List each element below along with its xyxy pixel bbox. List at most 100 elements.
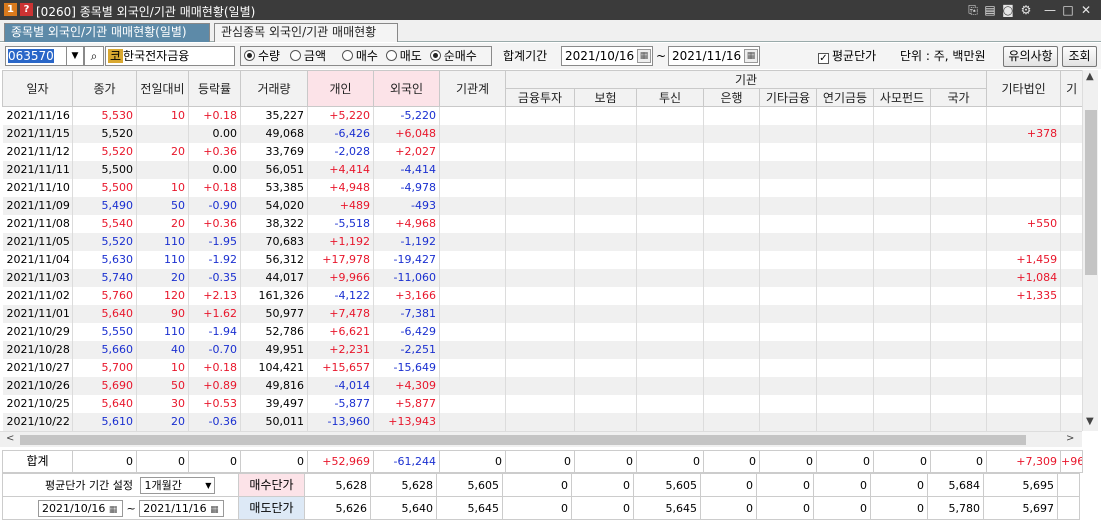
calendar-icon[interactable]: ▦ bbox=[744, 49, 758, 63]
scroll-up-icon[interactable]: ▲ bbox=[1086, 71, 1094, 82]
col-insurance[interactable]: 보험 bbox=[574, 88, 637, 107]
radio-amount[interactable]: 금액 bbox=[289, 49, 326, 63]
cell-empty bbox=[505, 376, 575, 395]
col-rate[interactable]: 등락률 bbox=[188, 70, 241, 107]
col-private-fund[interactable]: 사모펀드 bbox=[873, 88, 931, 107]
cell-empty bbox=[636, 358, 704, 377]
avg-price-checkbox[interactable]: ✓ 평균단가 bbox=[818, 46, 876, 66]
cell-date: 2021/11/09 bbox=[2, 196, 73, 215]
col-institution-total[interactable]: 기관계 bbox=[439, 70, 506, 107]
window-number-badge[interactable]: 1 bbox=[4, 3, 17, 16]
cell-empty bbox=[873, 106, 931, 125]
cell-frn: +5,877 bbox=[373, 394, 440, 413]
period-select[interactable]: 1개월간 ▼ bbox=[140, 476, 216, 494]
cell-empty bbox=[759, 178, 817, 197]
radio-net[interactable]: 순매수 bbox=[429, 49, 477, 63]
horizontal-scrollbar[interactable]: < > bbox=[0, 431, 1082, 447]
cell-empty bbox=[636, 106, 704, 125]
close-icon[interactable]: ✕ bbox=[1078, 2, 1094, 18]
cell-other-corp bbox=[986, 412, 1062, 431]
vertical-scrollbar[interactable]: ▲ ▼ bbox=[1082, 70, 1098, 431]
calendar-icon[interactable]: ▦ bbox=[637, 49, 651, 63]
table-row[interactable]: 2021/10/27 5,700 10 +0.18 104,421 +15,657 -15,… bbox=[2, 358, 1084, 377]
col-foreign[interactable]: 외국인 bbox=[373, 70, 440, 107]
vertical-scroll-thumb[interactable] bbox=[1085, 110, 1097, 275]
settings-icon[interactable]: ⚙ bbox=[1018, 2, 1034, 18]
cell-empty bbox=[873, 142, 931, 161]
camera-icon[interactable]: ◙ bbox=[1000, 2, 1016, 18]
cell-empty bbox=[873, 160, 931, 179]
col-change[interactable]: 전일대비 bbox=[136, 70, 189, 107]
col-pension[interactable]: 연기금등 bbox=[816, 88, 874, 107]
table-row[interactable]: 2021/10/22 5,610 20 -0.36 50,011 -13,960 +13,9… bbox=[2, 412, 1084, 431]
table-row[interactable]: 2021/11/02 5,760 120 +2.13 161,326 -4,122 +3,1… bbox=[2, 286, 1084, 305]
search-icon[interactable]: ⌕ bbox=[84, 46, 104, 66]
cell-date: 2021/11/16 bbox=[2, 106, 73, 125]
cell-close: 5,500 bbox=[72, 178, 137, 197]
avg-date-from[interactable]: 2021/10/16 ▦ bbox=[38, 499, 123, 517]
chevron-down-icon[interactable]: ▼ bbox=[205, 478, 211, 493]
table-row[interactable]: 2021/11/15 5,520 0.00 49,068 -6,426 +6,048 +37… bbox=[2, 124, 1084, 143]
minimize-icon[interactable]: — bbox=[1042, 2, 1058, 18]
table-row[interactable]: 2021/11/11 5,500 0.00 56,051 +4,414 -4,414 bbox=[2, 160, 1084, 179]
stock-code-input[interactable]: 063570 bbox=[5, 46, 67, 66]
date-to-input[interactable]: 2021/11/16 ▦ bbox=[668, 46, 760, 66]
table-row[interactable]: 2021/10/28 5,660 40 -0.70 49,951 +2,231 -2,251 bbox=[2, 340, 1084, 359]
code-dropdown-icon[interactable]: ▼ bbox=[66, 46, 84, 66]
radio-buy[interactable]: 매수 bbox=[341, 49, 378, 63]
cell-empty bbox=[816, 196, 874, 215]
table-row[interactable]: 2021/11/12 5,520 20 +0.36 33,769 -2,028 +2,027 bbox=[2, 142, 1084, 161]
cell-empty bbox=[636, 214, 704, 233]
cell-empty bbox=[703, 232, 760, 251]
col-other-finance[interactable]: 기타금융 bbox=[759, 88, 817, 107]
table-row[interactable]: 2021/11/08 5,540 20 +0.36 38,322 -5,518 +4,968… bbox=[2, 214, 1084, 233]
print-icon[interactable]: ▤ bbox=[982, 2, 998, 18]
tab-watchlist[interactable]: 관심종목 외국인/기관 매매현황 bbox=[214, 23, 398, 42]
table-row[interactable]: 2021/11/03 5,740 20 -0.35 44,017 +9,966 -11,06… bbox=[2, 268, 1084, 287]
cell-ind: -5,518 bbox=[307, 214, 374, 233]
table-row[interactable]: 2021/11/10 5,500 10 +0.18 53,385 +4,948 -4,978 bbox=[2, 178, 1084, 197]
date-from-input[interactable]: 2021/10/16 ▦ bbox=[561, 46, 653, 66]
horizontal-scroll-thumb[interactable] bbox=[20, 435, 1026, 445]
radio-sell[interactable]: 매도 bbox=[385, 49, 422, 63]
radio-qty[interactable]: 수량 bbox=[244, 49, 280, 63]
col-other-corp[interactable]: 기타법인 bbox=[986, 70, 1062, 107]
table-row[interactable]: 2021/11/09 5,490 50 -0.90 54,020 +489 -493 bbox=[2, 196, 1084, 215]
summary-value: +7,309 bbox=[986, 450, 1061, 473]
table-row[interactable]: 2021/10/25 5,640 30 +0.53 39,497 -5,877 +5,877 bbox=[2, 394, 1084, 413]
notice-button[interactable]: 유의사항 bbox=[1003, 46, 1058, 67]
col-close[interactable]: 종가 bbox=[72, 70, 137, 107]
col-more[interactable]: 기 bbox=[1060, 70, 1084, 107]
scroll-right-icon[interactable]: > bbox=[1066, 433, 1074, 444]
query-button[interactable]: 조회 bbox=[1062, 46, 1097, 67]
col-financial-invest[interactable]: 금융투자 bbox=[505, 88, 575, 107]
table-row[interactable]: 2021/11/01 5,640 90 +1.62 50,977 +7,478 -7,381 bbox=[2, 304, 1084, 323]
cell-ind: +17,978 bbox=[307, 250, 374, 269]
cell-close: 5,520 bbox=[72, 142, 137, 161]
cell-frn: -4,414 bbox=[373, 160, 440, 179]
avg-value: 0 bbox=[813, 496, 871, 520]
col-volume[interactable]: 거래량 bbox=[240, 70, 308, 107]
table-row[interactable]: 2021/11/04 5,630 110 -1.92 56,312 +17,978 -19,… bbox=[2, 250, 1084, 269]
maximize-icon[interactable]: □ bbox=[1060, 2, 1076, 18]
cell-other-corp bbox=[986, 178, 1062, 197]
tab-stock-daily[interactable]: 종목별 외국인/기관 매매현황(일별) bbox=[4, 23, 210, 42]
table-row[interactable]: 2021/11/05 5,520 110 -1.95 70,683 +1,192 -1,19… bbox=[2, 232, 1084, 251]
cell-frn: -7,381 bbox=[373, 304, 440, 323]
help-badge[interactable]: ? bbox=[20, 3, 33, 16]
link-icon[interactable]: ⎘ bbox=[965, 2, 981, 18]
col-nation[interactable]: 국가 bbox=[929, 88, 988, 107]
table-row[interactable]: 2021/10/26 5,690 50 +0.89 49,816 -4,014 +4,309 bbox=[2, 376, 1084, 395]
table-row[interactable]: 2021/10/29 5,550 110 -1.94 52,786 +6,621 -6,42… bbox=[2, 322, 1084, 341]
col-individual[interactable]: 개인 bbox=[307, 70, 374, 107]
col-date[interactable]: 일자 bbox=[2, 70, 73, 107]
scroll-down-icon[interactable]: ▼ bbox=[1086, 416, 1094, 427]
avg-date-to[interactable]: 2021/11/16 ▦ bbox=[139, 499, 225, 517]
summary-value: -61,244 bbox=[373, 450, 440, 473]
col-trust[interactable]: 투신 bbox=[636, 88, 704, 107]
table-row[interactable]: 2021/11/16 5,530 10 +0.18 35,227 +5,220 -5,220 bbox=[2, 106, 1084, 125]
cell-empty bbox=[1060, 106, 1084, 125]
scroll-left-icon[interactable]: < bbox=[6, 433, 14, 444]
col-bank[interactable]: 은행 bbox=[703, 88, 760, 107]
cell-volume: 56,051 bbox=[240, 160, 308, 179]
